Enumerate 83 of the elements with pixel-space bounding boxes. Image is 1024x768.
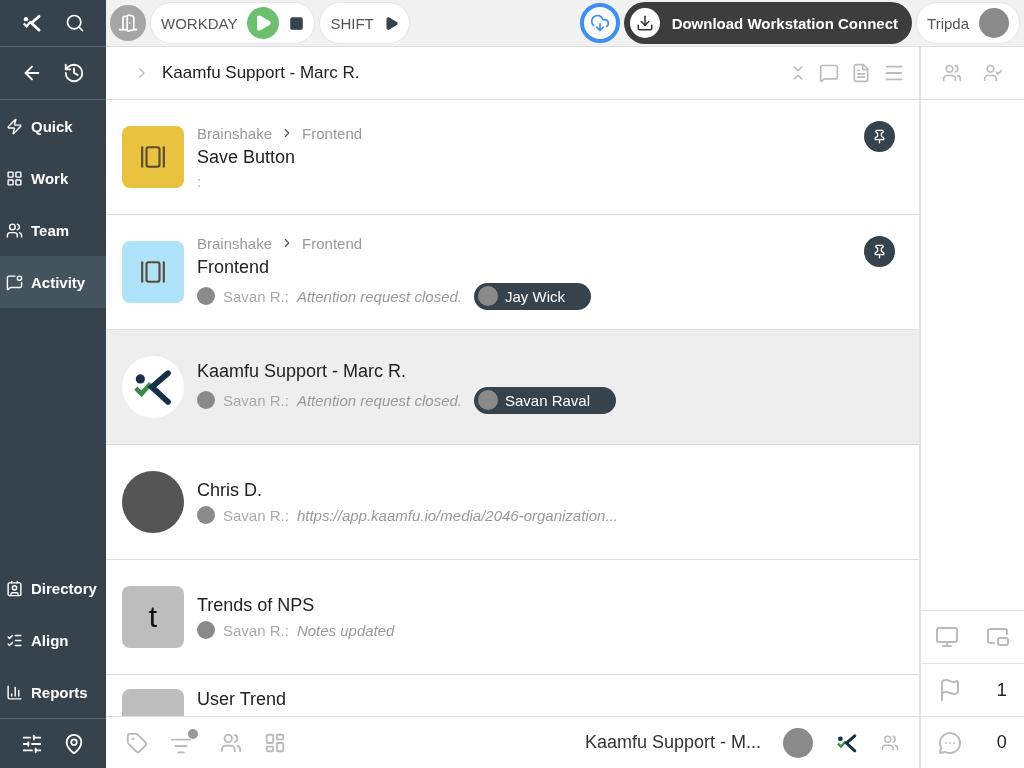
pin-icon [872,129,887,144]
pin-icon [872,244,887,259]
sidebar-item[interactable]: Team [0,204,106,256]
pin-button[interactable] [864,236,895,267]
contact-card-icon [6,579,23,597]
door-button[interactable] [110,5,146,41]
pin-button[interactable] [864,121,895,152]
message-text: https://app.kaamfu.io/media/2046-organization... [296,506,618,524]
author-name: Savan R.: [223,287,289,305]
search-icon[interactable] [64,13,85,33]
people-icon[interactable] [881,733,899,752]
user-check-icon[interactable] [983,63,1003,83]
comment-icon[interactable] [938,730,963,755]
grid-icon [6,169,23,187]
user-chip: Jay Wick [474,282,591,310]
breadcrumb-text: Brainshake [197,124,273,142]
door-icon [118,13,138,33]
message-text: Attention request closed. [296,391,462,409]
carousel-icon [140,144,166,170]
chat-bubble-icon [6,273,23,291]
play-icon [254,14,273,32]
workday-label: WORKDAY [161,14,238,32]
sidebar-item[interactable]: Quick [0,100,106,152]
carousel-icon [140,259,166,285]
avatar [197,391,215,409]
tag-icon[interactable] [126,731,148,754]
download-icon [629,8,660,38]
footer-title: Kaamfu Support - M... [584,732,761,753]
history-icon[interactable] [63,62,86,84]
flag-count: 1 [996,679,1007,701]
item-title: Chris D. [197,480,263,501]
cloud-download-button[interactable] [579,3,620,43]
avatar [197,287,215,305]
user-menu[interactable]: Tripda [916,2,1020,44]
people-icon [6,221,23,239]
document-icon[interactable] [851,63,871,83]
user-chip: Savan Raval [474,386,617,414]
layout-icon[interactable] [264,731,286,754]
author-name: Savan R.: [223,506,289,524]
message-text: Notes updated [296,621,395,639]
item-title: Trends of NPS [197,595,316,616]
sidebar-item[interactable]: Reports [0,666,106,718]
breadcrumb-text: Brainshake [197,234,273,252]
sidebar-item[interactable]: Activity [0,256,106,308]
avatar [197,506,215,524]
play-icon[interactable] [383,15,399,31]
author-name: Savan R.: [223,391,289,409]
user-name: Tripda [927,14,969,32]
author-name: Savan R.: [223,621,289,639]
stop-icon[interactable] [289,15,305,31]
item-title: Frontend [197,256,271,278]
cloud-download-icon [589,13,610,33]
message-text: Attention request closed. [296,287,462,305]
tile-letter: t [148,600,158,634]
screen-icon[interactable] [934,625,959,649]
conversation-title: Kaamfu Support - Marc R. [162,63,361,83]
lightning-icon [6,117,23,135]
play-button[interactable] [247,7,280,39]
sidebar-item[interactable]: Align [0,614,106,666]
shift-label: SHIFT [330,14,374,32]
avatar [979,8,1009,38]
comment-count: 0 [996,732,1007,753]
item-title: Save Button [197,146,297,168]
people-icon[interactable] [942,63,962,83]
breadcrumb-text: Frontend [302,124,363,142]
item-title: User Trend [197,689,287,710]
bar-chart-icon [6,683,23,701]
separator-text: : [197,172,202,190]
avatar [197,621,215,639]
sliders-icon[interactable] [20,732,43,755]
breadcrumb-text: Frontend [302,234,363,252]
item-title: Kaamfu Support - Marc R. [197,360,408,382]
feed-item[interactable]: Kaamfu Support - Marc R. Savan R.: Attention request closed. Savan Raval [106,330,919,445]
avatar [783,727,813,758]
picture-in-picture-icon[interactable] [986,625,1011,649]
sidebar-item[interactable]: Work [0,152,106,204]
avatar [478,390,498,410]
people-icon[interactable] [220,731,242,754]
avatar [478,286,498,306]
sidebar-item[interactable]: Directory [0,562,106,614]
message-icon[interactable] [819,63,839,83]
download-button[interactable]: Download Workstation Connect [623,2,913,44]
logo-icon [21,12,44,34]
